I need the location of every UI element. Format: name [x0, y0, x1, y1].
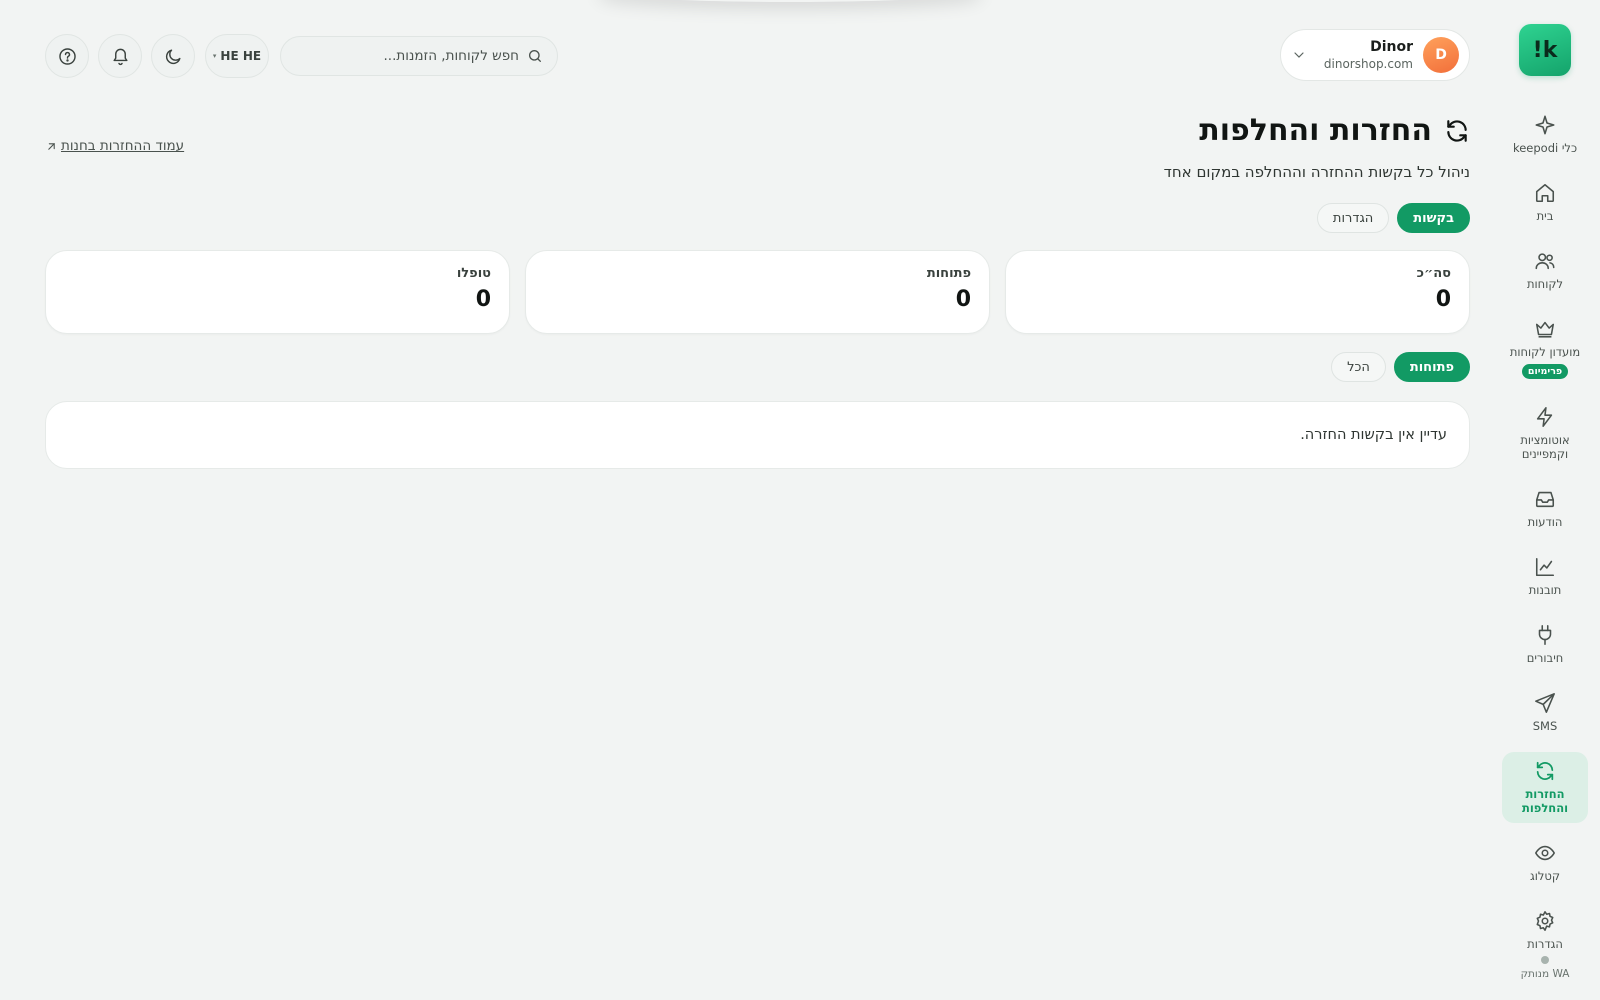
sidebar: !k כלי keepodi בית לקוחות מועדון לקוחות — [1490, 0, 1600, 1000]
crown-icon — [1534, 318, 1556, 340]
gear-icon — [1534, 910, 1556, 932]
sidebar-item-label: מועדון לקוחות — [1509, 345, 1581, 359]
store-returns-page-link[interactable]: עמוד ההחזרות בחנות — [45, 138, 184, 154]
stat-label: סה״כ — [1416, 266, 1451, 281]
help-icon — [58, 47, 77, 66]
send-icon — [1534, 692, 1556, 714]
tab-requests[interactable]: בקשות — [1397, 203, 1470, 233]
filter-tabs: פתוחות הכל — [1331, 352, 1470, 382]
home-icon — [1534, 182, 1556, 204]
sidebar-item-label: בית — [1536, 209, 1554, 223]
sidebar-item-settings[interactable]: הגדרות — [1502, 902, 1588, 959]
whatsapp-status-text: WA מנותק — [1520, 968, 1570, 980]
eye-icon — [1534, 842, 1556, 864]
sidebar-item-label: הודעות — [1527, 515, 1563, 529]
page-title: החזרות והחלפות — [1199, 113, 1432, 148]
stat-value: 0 — [475, 287, 491, 312]
store-link-label: עמוד ההחזרות בחנות — [61, 138, 185, 154]
sidebar-item-label: אוטומציות וקמפיינים — [1520, 433, 1570, 461]
chart-icon — [1534, 556, 1556, 578]
sidebar-item-keepodi-tools[interactable]: כלי keepodi — [1502, 106, 1588, 163]
sidebar-item-loyalty-club[interactable]: מועדון לקוחות פרימיום — [1502, 310, 1588, 387]
top-shadow — [600, 0, 980, 2]
sidebar-item-label: SMS — [1532, 719, 1558, 733]
sidebar-item-home[interactable]: בית — [1502, 174, 1588, 231]
language-selector[interactable]: ▾ HE HE — [205, 34, 269, 78]
refresh-icon — [1444, 118, 1470, 144]
sidebar-item-integrations[interactable]: חיבורים — [1502, 616, 1588, 673]
avatar: D — [1423, 37, 1459, 73]
page-header: החזרות והחלפות — [1199, 113, 1470, 148]
whatsapp-status[interactable]: WA מנותק — [1490, 956, 1600, 980]
sidebar-item-catalog[interactable]: קטלוג — [1502, 834, 1588, 891]
chevron-down-icon — [1291, 47, 1307, 63]
search-icon — [527, 48, 543, 64]
help-button[interactable] — [45, 34, 89, 78]
external-link-icon — [45, 140, 58, 153]
stat-value: 0 — [1435, 287, 1451, 312]
filter-all[interactable]: הכל — [1331, 352, 1386, 382]
moon-icon — [164, 47, 183, 66]
sidebar-item-sms[interactable]: SMS — [1502, 684, 1588, 741]
premium-badge: פרימיום — [1521, 364, 1569, 379]
search-input[interactable] — [295, 48, 519, 64]
empty-state-message: עדיין אין בקשות החזרה. — [1300, 427, 1447, 443]
store-domain: dinorshop.com — [1323, 57, 1413, 71]
app-logo[interactable]: !k — [1519, 24, 1571, 76]
sidebar-nav: כלי keepodi בית לקוחות מועדון לקוחות פרי… — [1490, 106, 1600, 970]
stat-value: 0 — [955, 287, 971, 312]
refresh-icon — [1534, 760, 1556, 782]
sidebar-item-label: הגדרות — [1527, 937, 1563, 951]
notifications-button[interactable] — [98, 34, 142, 78]
sidebar-item-customers[interactable]: לקוחות — [1502, 242, 1588, 299]
store-switcher[interactable]: D Dinor dinorshop.com — [1280, 29, 1470, 81]
stat-label: פתוחות — [926, 266, 971, 281]
stat-card-handled: טופלו 0 — [45, 250, 510, 334]
status-dot-icon — [1541, 956, 1549, 964]
page-subtitle: ניהול כל בקשות ההחזרה וההחלפה במקום אחד — [1163, 163, 1470, 181]
sidebar-item-label: לקוחות — [1526, 277, 1564, 291]
stats-row: סה״כ 0 פתוחות 0 טופלו 0 — [45, 250, 1470, 334]
sidebar-item-messages[interactable]: הודעות — [1502, 480, 1588, 537]
sidebar-item-label: קטלוג — [1529, 869, 1561, 883]
returns-list-empty-state: עדיין אין בקשות החזרה. — [45, 401, 1470, 469]
sidebar-item-label: תובנות — [1528, 583, 1562, 597]
page-tabs: בקשות הגדרות — [1316, 203, 1470, 233]
store-info: Dinor dinorshop.com — [1317, 39, 1413, 71]
sidebar-item-insights[interactable]: תובנות — [1502, 548, 1588, 605]
bell-icon — [111, 47, 130, 66]
sidebar-item-label: החזרות והחלפות — [1521, 787, 1569, 815]
stat-card-total: סה״כ 0 — [1005, 250, 1470, 334]
tab-settings[interactable]: הגדרות — [1316, 203, 1390, 233]
sidebar-item-returns[interactable]: החזרות והחלפות — [1502, 752, 1588, 823]
theme-toggle-button[interactable] — [151, 34, 195, 78]
sidebar-item-automations[interactable]: אוטומציות וקמפיינים — [1502, 398, 1588, 469]
stat-label: טופלו — [456, 266, 491, 281]
caret-down-icon: ▾ — [212, 52, 217, 60]
language-label: HE HE — [220, 49, 262, 63]
sidebar-item-label: חיבורים — [1526, 651, 1564, 665]
filter-open[interactable]: פתוחות — [1393, 352, 1470, 382]
search-bar — [280, 36, 558, 76]
inbox-icon — [1534, 488, 1556, 510]
store-name: Dinor — [1370, 39, 1413, 55]
users-icon — [1534, 250, 1556, 272]
sparkle-icon — [1534, 114, 1556, 136]
plug-icon — [1534, 624, 1556, 646]
lightning-icon — [1534, 406, 1556, 428]
sidebar-item-label: כלי keepodi — [1512, 141, 1578, 155]
stat-card-open: פתוחות 0 — [525, 250, 990, 334]
